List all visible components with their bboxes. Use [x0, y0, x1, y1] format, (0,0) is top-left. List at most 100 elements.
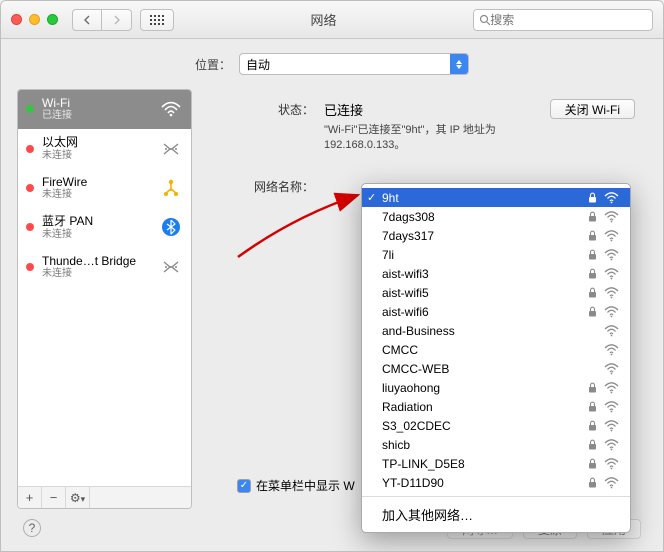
network-option[interactable]: ✓9ht	[362, 188, 630, 207]
status-value: 已连接	[324, 100, 363, 119]
turn-off-wifi-button[interactable]: 关闭 Wi-Fi	[550, 99, 635, 119]
bt-icon	[159, 217, 183, 237]
interface-text: Wi-Fi已连接	[42, 96, 151, 122]
network-option[interactable]: 7li	[362, 245, 630, 264]
lock-icon	[588, 439, 602, 450]
network-option[interactable]: 7dags308	[362, 207, 630, 226]
status-label: 状态：	[204, 99, 324, 154]
wifi-signal-icon	[602, 306, 620, 318]
status-dot-icon	[26, 263, 34, 271]
checkbox-label: 在菜单栏中显示 W	[256, 477, 355, 494]
lock-icon	[588, 287, 602, 298]
network-name: 7dags308	[382, 210, 588, 224]
sidebar-item-eth[interactable]: 以太网未连接	[18, 129, 191, 168]
network-option[interactable]: liuyaohong	[362, 378, 630, 397]
wifi-signal-icon	[602, 211, 620, 223]
interface-text: FireWire未连接	[42, 175, 151, 201]
network-option[interactable]: shicb	[362, 435, 630, 454]
interfaces-sidebar: Wi-Fi已连接以太网未连接FireWire未连接蓝牙 PAN未连接Thunde…	[17, 89, 192, 509]
minimize-icon[interactable]	[29, 14, 40, 25]
network-option[interactable]: aist-wifi5	[362, 283, 630, 302]
network-option[interactable]: S3_02CDEC	[362, 416, 630, 435]
wifi-signal-icon	[602, 230, 620, 242]
wifi-signal-icon	[602, 401, 620, 413]
network-option[interactable]: CMCC	[362, 340, 630, 359]
wifi-signal-icon	[602, 287, 620, 299]
network-preferences-window: 网络 位置： 自动 Wi-Fi已连接以太网未连接FireWire未连接蓝牙 PA…	[0, 0, 664, 552]
network-option[interactable]: CMCC-WEB	[362, 359, 630, 378]
add-interface-button[interactable]: +	[18, 487, 42, 508]
search-field[interactable]	[473, 9, 653, 31]
lock-icon	[588, 477, 602, 488]
eth-icon	[159, 141, 183, 157]
search-input[interactable]	[490, 13, 647, 27]
sidebar-item-bt[interactable]: 蓝牙 PAN未连接	[18, 208, 191, 247]
interface-name: Thunde…t Bridge	[42, 254, 151, 268]
network-name-label: 网络名称：	[204, 176, 324, 195]
wifi-signal-icon	[602, 192, 620, 204]
join-other-network[interactable]: 加入其他网络…	[362, 501, 630, 528]
interface-name: 以太网	[42, 135, 151, 149]
network-option[interactable]: YT-D11D90	[362, 473, 630, 492]
interface-status: 未连接	[42, 189, 151, 201]
wifi-signal-icon	[602, 420, 620, 432]
location-row: 位置： 自动	[1, 39, 663, 89]
sidebar-item-wifi[interactable]: Wi-Fi已连接	[18, 90, 191, 129]
chevron-left-icon	[83, 15, 91, 25]
lock-icon	[588, 458, 602, 469]
back-button[interactable]	[72, 9, 102, 31]
interface-text: 以太网未连接	[42, 135, 151, 161]
remove-interface-button[interactable]: −	[42, 487, 66, 508]
network-name: shicb	[382, 438, 588, 452]
location-value: 自动	[246, 56, 270, 73]
interface-name: FireWire	[42, 175, 151, 189]
search-icon	[479, 14, 490, 26]
interface-status: 未连接	[42, 150, 151, 162]
status-dot-icon	[26, 223, 34, 231]
network-option[interactable]: and-Business	[362, 321, 630, 340]
sidebar-item-firewire[interactable]: FireWire未连接	[18, 169, 191, 208]
network-name: 7li	[382, 248, 588, 262]
network-name: aist-wifi3	[382, 267, 588, 281]
network-name: aist-wifi6	[382, 305, 588, 319]
interface-name: 蓝牙 PAN	[42, 214, 151, 228]
interface-status: 未连接	[42, 268, 151, 280]
grid-icon	[150, 15, 164, 25]
network-option[interactable]: 7days317	[362, 226, 630, 245]
wifi-signal-icon	[602, 363, 620, 375]
close-icon[interactable]	[11, 14, 22, 25]
network-option[interactable]: aist-wifi6	[362, 302, 630, 321]
lock-icon	[588, 249, 602, 260]
menubar-checkbox-row: ✓ 在菜单栏中显示 W	[237, 477, 355, 494]
sidebar-item-eth[interactable]: Thunde…t Bridge未连接	[18, 248, 191, 287]
show-all-button[interactable]	[140, 9, 174, 31]
lock-icon	[588, 401, 602, 412]
show-in-menubar-checkbox[interactable]: ✓	[237, 479, 251, 493]
zoom-icon[interactable]	[47, 14, 58, 25]
wifi-signal-icon	[602, 382, 620, 394]
network-option[interactable]: aist-wifi3	[362, 264, 630, 283]
forward-button[interactable]	[102, 9, 132, 31]
help-icon[interactable]: ?	[23, 519, 41, 537]
location-label: 位置：	[195, 56, 231, 73]
actions-menu-button[interactable]	[66, 487, 90, 508]
interface-list: Wi-Fi已连接以太网未连接FireWire未连接蓝牙 PAN未连接Thunde…	[18, 90, 191, 486]
network-name: CMCC-WEB	[382, 362, 588, 376]
network-name: 7days317	[382, 229, 588, 243]
wifi-signal-icon	[602, 477, 620, 489]
network-name: aist-wifi5	[382, 286, 588, 300]
wifi-signal-icon	[602, 458, 620, 470]
nav-back-forward	[72, 9, 132, 31]
network-option[interactable]: TP-LINK_D5E8	[362, 454, 630, 473]
network-option[interactable]: Radiation	[362, 397, 630, 416]
interface-text: 蓝牙 PAN未连接	[42, 214, 151, 240]
wifi-signal-icon	[602, 344, 620, 356]
eth-icon	[159, 259, 183, 275]
location-select[interactable]: 自动	[239, 53, 469, 75]
network-name: YT-D11D90	[382, 476, 588, 490]
network-dropdown[interactable]: ✓9ht 7dags308 7days317 7li aist-wifi3 aist-wi…	[361, 183, 631, 533]
lock-icon	[588, 420, 602, 431]
network-name: and-Business	[382, 324, 588, 338]
wifi-signal-icon	[602, 439, 620, 451]
lock-icon	[588, 192, 602, 203]
